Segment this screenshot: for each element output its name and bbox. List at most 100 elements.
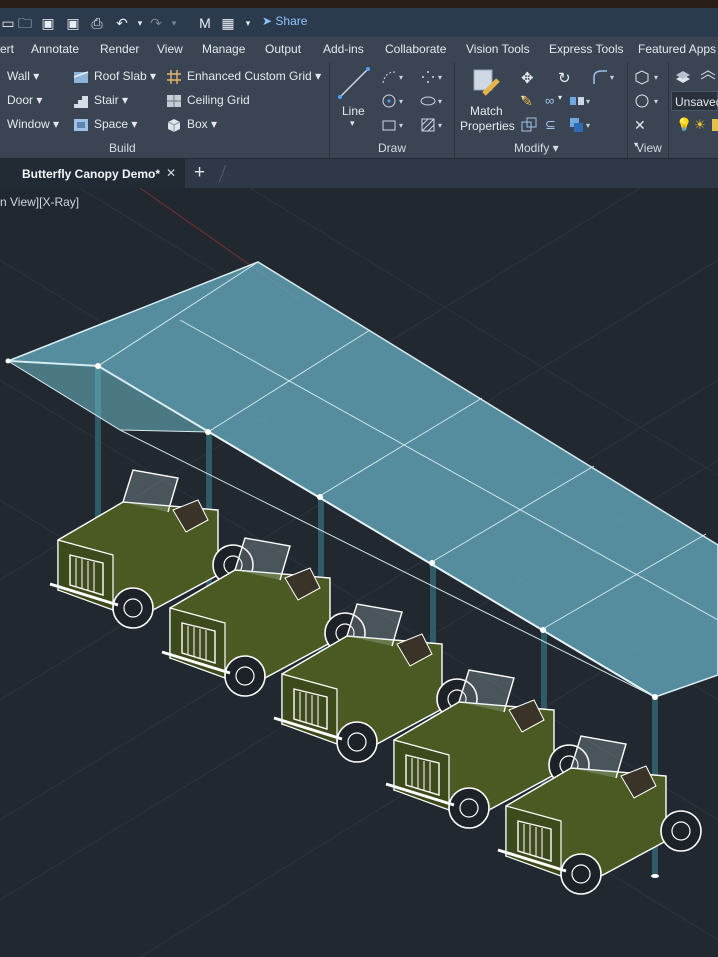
draw-panel-title: Draw: [378, 141, 407, 155]
layers-icon[interactable]: [675, 68, 691, 84]
tab-insert[interactable]: ert: [0, 42, 14, 56]
tab-annotate[interactable]: Annotate: [31, 42, 79, 56]
share-label: Share: [275, 14, 308, 28]
svg-text:▾: ▾: [610, 73, 614, 82]
tab-add-ins[interactable]: Add-ins: [323, 42, 364, 56]
share-button[interactable]: ➤ Share: [262, 14, 307, 28]
save-as-icon[interactable]: ▣: [65, 15, 81, 31]
post-base: [651, 874, 659, 878]
document-tabs: Butterfly Canopy Demo* ✕ +: [0, 159, 718, 188]
rotate-icon[interactable]: ↻ ▾: [558, 69, 574, 102]
svg-text:▾: ▾: [399, 121, 403, 130]
share-icon: ➤: [262, 14, 276, 28]
view-cube-icon[interactable]: ▾: [634, 69, 658, 85]
tab-output[interactable]: Output: [265, 42, 301, 56]
circle-icon[interactable]: ▾: [381, 93, 403, 109]
view-panel-title: View: [636, 141, 662, 155]
line-icon: [337, 66, 371, 100]
svg-text:▾: ▾: [438, 121, 442, 130]
undo-icon[interactable]: ↶: [114, 15, 130, 31]
doc-tab-title: Butterfly Canopy Demo*: [22, 167, 161, 181]
door-button[interactable]: Door ▾: [7, 93, 42, 107]
window-button[interactable]: Window ▾: [7, 117, 59, 131]
panel-separator: [329, 62, 330, 158]
tab-divider: [218, 165, 227, 182]
workspace-icon[interactable]: ▦: [220, 15, 236, 31]
tab-vision-tools[interactable]: Vision Tools: [466, 42, 530, 56]
mirror-icon[interactable]: ▾: [569, 93, 590, 109]
line-dropdown-icon[interactable]: ▾: [350, 118, 355, 129]
move-icon[interactable]: ✥ ▾: [521, 69, 537, 102]
svg-text:▾: ▾: [399, 97, 403, 106]
svg-text:▾: ▾: [399, 73, 403, 82]
build-panel-title: Build: [109, 141, 136, 155]
panel-separator: [627, 62, 628, 158]
customize-dropdown-icon[interactable]: ▾: [240, 15, 256, 31]
erase-icon[interactable]: ✎: [521, 93, 537, 109]
ceiling-grid-button[interactable]: Ceiling Grid: [187, 93, 250, 107]
tab-render[interactable]: Render: [100, 42, 139, 56]
undo-dropdown-icon[interactable]: ▾: [132, 15, 148, 31]
fillet-icon[interactable]: ▾: [592, 69, 614, 85]
orbit-icon[interactable]: ▾: [634, 93, 658, 109]
sign-in-icon[interactable]: M: [197, 15, 213, 31]
stair-icon: [73, 93, 89, 109]
scale-icon[interactable]: ▾: [569, 117, 590, 133]
pan-icon[interactable]: ✕ ▾: [634, 117, 650, 149]
rectangle-icon[interactable]: ▾: [381, 117, 403, 133]
layer-states-icon[interactable]: [700, 68, 716, 84]
match-properties-icon: [472, 68, 502, 98]
match-properties-label[interactable]: Properties: [460, 119, 515, 133]
save-icon[interactable]: ▣: [40, 15, 56, 31]
light-bulb-icon[interactable]: 💡: [676, 117, 692, 133]
material-icon[interactable]: [712, 119, 718, 131]
enhanced-custom-grid-button[interactable]: Enhanced Custom Grid ▾: [187, 69, 321, 83]
close-icon[interactable]: ✕: [166, 166, 176, 180]
box-icon: [166, 117, 182, 133]
quick-access-toolbar: ▭ 🗀 ▣ ▣ ⎙ ↶ ▾ ↷ ▾ M ▦ ▾ ➤ Share: [0, 0, 718, 37]
space-icon: [73, 117, 89, 133]
copy-icon[interactable]: [521, 117, 537, 133]
unsaved-layer-state-dropdown[interactable]: Unsaved: [671, 91, 718, 111]
svg-text:▾: ▾: [654, 73, 658, 82]
tab-featured-apps[interactable]: Featured Apps: [638, 42, 716, 56]
roof-slab-icon: [73, 69, 89, 85]
custom-grid-icon: [166, 69, 182, 85]
svg-text:▾: ▾: [586, 97, 590, 106]
ellipse-icon[interactable]: ▾: [420, 93, 442, 109]
array-icon[interactable]: ∞: [545, 93, 561, 109]
svg-text:▾: ▾: [654, 97, 658, 106]
folder-icon[interactable]: 🗀: [17, 15, 33, 31]
panel-separator: [668, 62, 669, 158]
point-icon[interactable]: ▾: [420, 69, 442, 85]
stair-button[interactable]: Stair ▾: [94, 93, 128, 107]
tab-butterfly-canopy-demo[interactable]: Butterfly Canopy Demo* ✕: [0, 159, 185, 188]
tab-collaborate[interactable]: Collaborate: [385, 42, 446, 56]
ribbon: Wall ▾ Door ▾ Window ▾ Roof Slab ▾ Stair…: [0, 62, 718, 159]
tab-manage[interactable]: Manage: [202, 42, 245, 56]
tab-express-tools[interactable]: Express Tools: [549, 42, 623, 56]
tab-view[interactable]: View: [157, 42, 183, 56]
box-button[interactable]: Box ▾: [187, 117, 217, 131]
open-icon[interactable]: ▭: [0, 15, 16, 31]
match-properties-button[interactable]: Match: [470, 104, 503, 118]
wall-button[interactable]: Wall ▾: [7, 69, 39, 83]
line-button[interactable]: Line: [342, 104, 365, 118]
svg-text:▾: ▾: [438, 97, 442, 106]
redo-dropdown-icon[interactable]: ▾: [166, 15, 182, 31]
space-button[interactable]: Space ▾: [94, 117, 137, 131]
ceiling-grid-icon: [166, 93, 182, 109]
print-icon[interactable]: ⎙: [89, 15, 105, 31]
offset-icon[interactable]: ⊆: [545, 117, 561, 133]
new-tab-icon[interactable]: +: [194, 162, 205, 184]
hatch-icon[interactable]: ▾: [420, 117, 442, 133]
model-viewport[interactable]: [0, 188, 718, 957]
polyline-icon[interactable]: ▾: [381, 69, 403, 85]
sun-icon[interactable]: ☀: [694, 117, 710, 133]
panel-separator: [454, 62, 455, 158]
svg-text:▾: ▾: [438, 73, 442, 82]
ribbon-tabs: ert Annotate Render View Manage Output A…: [0, 37, 718, 62]
modify-panel-title[interactable]: Modify ▾: [514, 141, 559, 155]
roof-slab-button[interactable]: Roof Slab ▾: [94, 69, 156, 83]
redo-icon[interactable]: ↷: [148, 15, 164, 31]
